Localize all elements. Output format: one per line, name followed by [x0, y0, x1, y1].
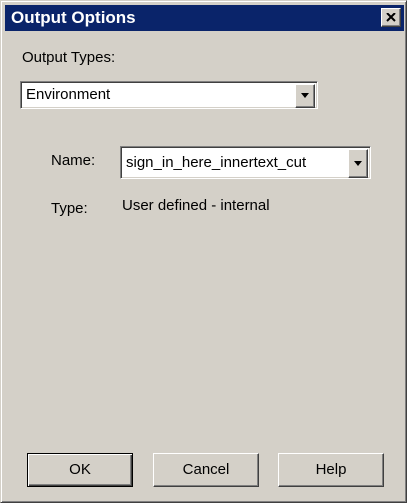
help-button[interactable]: Help [278, 453, 384, 487]
type-label: Type: [51, 200, 88, 217]
output-types-select[interactable]: Environment [20, 81, 318, 109]
ok-button[interactable]: OK [27, 453, 133, 487]
name-label: Name: [51, 152, 96, 169]
name-value: sign_in_here_innertext_cut [126, 154, 307, 171]
chevron-down-icon [354, 161, 362, 166]
name-select[interactable]: sign_in_here_innertext_cut [120, 146, 371, 179]
close-icon [386, 13, 396, 22]
output-types-value: Environment [26, 86, 111, 103]
title-bar[interactable]: Output Options [5, 5, 404, 31]
dialog-title: Output Options [11, 8, 136, 27]
type-value: User defined - internal [122, 197, 270, 214]
name-dropdown-button[interactable] [348, 149, 368, 178]
cancel-button[interactable]: Cancel [153, 453, 259, 487]
close-button[interactable] [381, 8, 401, 27]
output-options-dialog: Output Options Output Types: Environment… [0, 0, 407, 503]
output-types-dropdown-button[interactable] [295, 84, 315, 108]
output-types-label: Output Types: [22, 49, 116, 66]
chevron-down-icon [301, 93, 309, 98]
